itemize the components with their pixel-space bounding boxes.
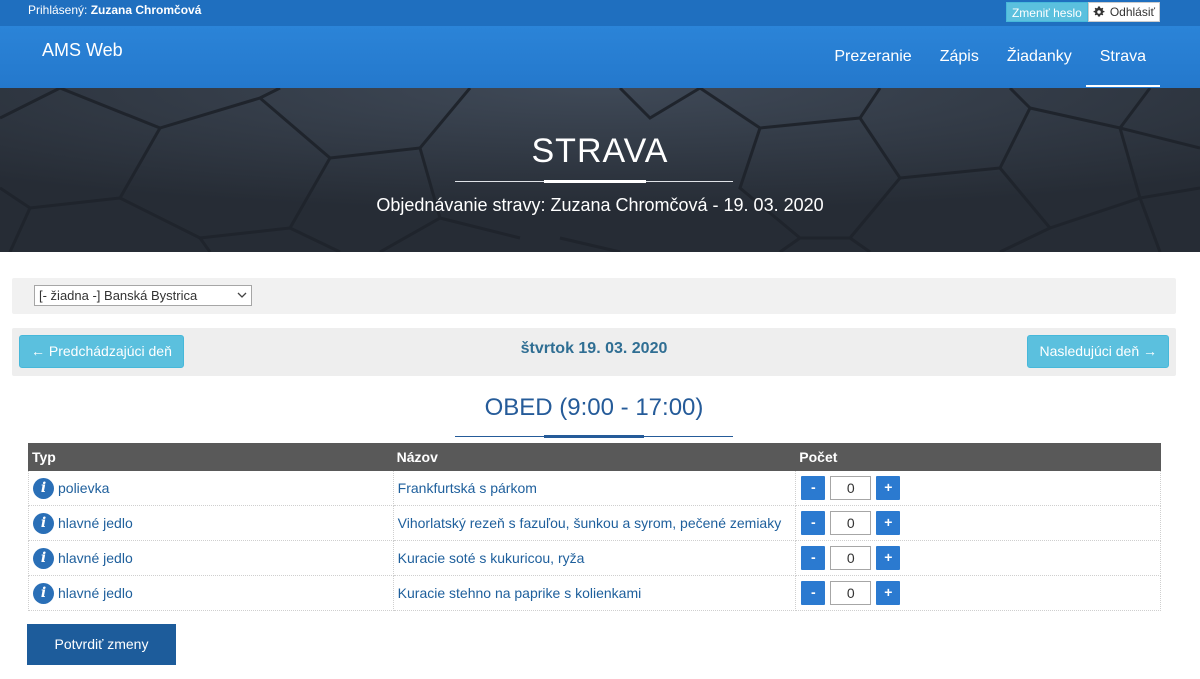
meal-type: hlavné jedlo [58,585,133,601]
meal-table: Typ Názov Počet i polievka Frankfurtská s… [28,443,1161,611]
table-row: i hlavné jedlo Vihorlatský rezeň s fazuľo… [28,505,1161,541]
meal-name: Vihorlatský rezeň s fazuľou, šunkou a sy… [392,505,797,541]
meal-type: hlavné jedlo [58,515,133,531]
quantity-input[interactable]: 0 [830,546,872,570]
canteen-select-value: [- žiadna -] Banská Bystrica [39,288,198,303]
table-header-row: Typ Názov Počet [28,443,1161,471]
increment-button[interactable]: + [876,476,901,500]
nav-item-zapis[interactable]: Zápis [926,26,993,88]
decrement-button[interactable]: - [801,581,826,605]
table-row: i hlavné jedlo Kuracie stehno na paprike … [28,575,1161,611]
cell-typ: i polievka [28,470,394,506]
info-icon[interactable]: i [33,547,54,569]
column-header-typ: Typ [28,443,394,471]
decrement-button[interactable]: - [801,546,826,570]
quantity-input[interactable]: 0 [830,581,872,605]
current-day-title: štvrtok 19. 03. 2020 [520,340,668,357]
nav-item-ziadanky[interactable]: Žiadanky [993,26,1086,88]
account-buttons: Zmeniť heslo Odhlásiť [1005,2,1160,22]
gear-icon [1093,6,1105,17]
main-navbar: AMS Web Prezeranie Zápis Žiadanky Strava [0,26,1200,88]
chevron-down-icon [237,292,247,298]
nav-item-prezeranie[interactable]: Prezeranie [820,26,925,88]
page-title: STRAVA [531,132,669,170]
increment-button[interactable]: + [876,546,901,570]
next-day-button[interactable]: Nasledujúci deň → [1027,335,1169,368]
quantity-input[interactable]: 0 [830,476,872,500]
logout-label: Odhlásiť [1109,5,1155,19]
meal-type: polievka [58,480,110,496]
quantity-input[interactable]: 0 [830,511,872,535]
cell-pocet: -0 + [795,575,1161,611]
cell-pocet: -0 + [795,540,1161,576]
decrement-button[interactable]: - [801,476,826,500]
filter-bar: [- žiadna -] Banská Bystrica [12,278,1176,314]
table-row: i polievka Frankfurtská s párkom -0 + [28,470,1161,506]
meal-name: Kuracie stehno na paprike s kolienkami [392,575,797,611]
cell-typ: i hlavné jedlo [28,575,394,611]
meal-type: hlavné jedlo [58,550,133,566]
decrement-button[interactable]: - [801,511,826,535]
cell-typ: i hlavné jedlo [28,505,394,541]
increment-button[interactable]: + [876,581,901,605]
increment-button[interactable]: + [876,511,901,535]
nav-item-strava[interactable]: Strava [1085,26,1161,88]
column-header-pocet: Počet [795,443,1161,471]
column-header-nazov: Názov [392,443,797,471]
top-bar: Prihlásený: Zuzana Chromčová Zmeniť hesl… [0,0,1200,26]
info-icon[interactable]: i [33,512,54,534]
logged-in-info: Prihlásený: Zuzana Chromčová [28,3,201,17]
canteen-select[interactable]: [- žiadna -] Banská Bystrica [34,285,252,306]
title-divider-accent [544,180,646,183]
day-navigation: ← Predchádzajúci deň štvrtok 19. 03. 202… [12,328,1176,376]
info-icon[interactable]: i [33,582,54,604]
logged-in-label: Prihlásený: [28,3,88,17]
logged-in-user: Zuzana Chromčová [90,3,202,17]
main-nav: Prezeranie Zápis Žiadanky Strava [820,26,1161,88]
meal-name: Frankfurtská s párkom [392,470,797,506]
page-subtitle: Objednávanie stravy: Zuzana Chromčová - … [376,195,824,215]
logout-button[interactable]: Odhlásiť [1087,2,1160,22]
meal-section-title: OBED (9:00 - 17:00) [484,394,704,421]
cell-pocet: -0 + [795,470,1161,506]
meal-name: Kuracie soté s kukuricou, ryža [392,540,797,576]
page-hero: STRAVA Objednávanie stravy: Zuzana Chrom… [0,88,1200,252]
change-password-button[interactable]: Zmeniť heslo [1005,2,1088,22]
cell-pocet: -0 + [795,505,1161,541]
info-icon[interactable]: i [33,477,54,499]
cell-typ: i hlavné jedlo [28,540,394,576]
brand-logo[interactable]: AMS Web [42,40,123,61]
table-row: i hlavné jedlo Kuracie soté s kukuricou, … [28,540,1161,576]
section-divider-accent [544,435,644,438]
confirm-changes-button[interactable]: Potvrdiť zmeny [27,624,176,665]
